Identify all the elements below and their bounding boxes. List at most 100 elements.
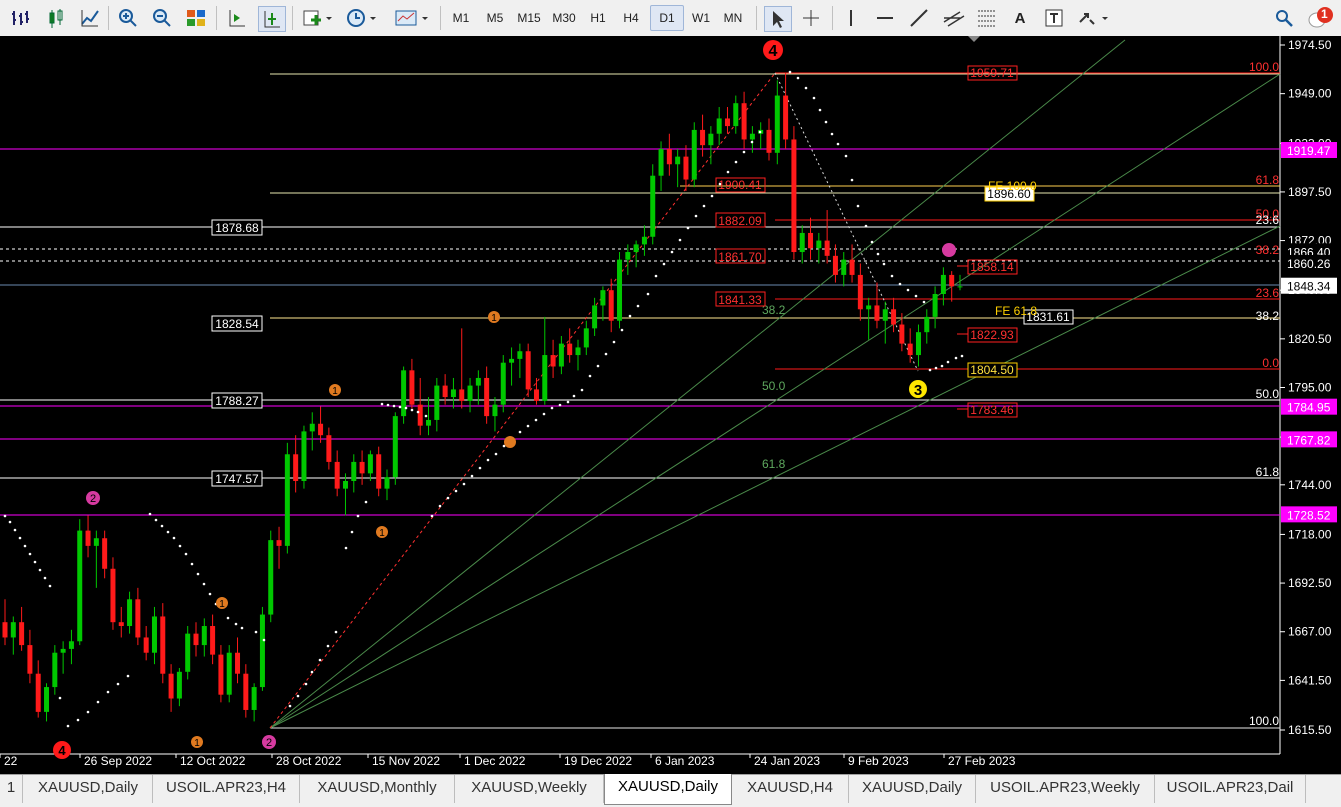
candle-body (60, 648, 66, 653)
candle-body (44, 687, 50, 712)
candle-body (235, 652, 241, 674)
candle-body (849, 259, 855, 275)
chart-tab-2[interactable]: USOIL.APR23,H4 (153, 775, 300, 803)
sar-dot (208, 592, 212, 596)
text-icon[interactable]: A (1008, 6, 1032, 30)
price-tick: 1641.50 (1288, 673, 1332, 687)
sar-dot (946, 360, 950, 364)
sar-dot (424, 414, 428, 418)
horizontal-line-icon[interactable] (872, 6, 898, 30)
sar-dot (416, 410, 420, 414)
vertical-line-icon[interactable] (840, 6, 862, 30)
cursor-icon[interactable] (764, 6, 792, 32)
sar-dot (380, 402, 384, 406)
chart-tab-4[interactable]: XAUUSD,Weekly (455, 775, 604, 803)
indicators-icon[interactable] (300, 6, 336, 30)
candle-body (774, 95, 780, 153)
chart-tab-5[interactable]: XAUUSD,Daily (604, 774, 732, 805)
text-label-icon[interactable] (1042, 6, 1066, 30)
sar-dot (882, 262, 886, 266)
chart-tab-7[interactable]: XAUUSD,Daily (849, 775, 976, 803)
timeframe-m30[interactable]: M30 (548, 6, 580, 30)
candle-body (708, 133, 714, 146)
sar-dot (646, 292, 650, 296)
templates-icon[interactable] (392, 6, 432, 30)
sar-dot (812, 96, 816, 100)
zoom-in-icon[interactable] (116, 6, 140, 30)
arrows-menu-icon[interactable] (1074, 6, 1114, 30)
candle-body (309, 423, 315, 432)
timeframe-d1[interactable]: D1 (650, 5, 684, 31)
candle-body (749, 133, 755, 140)
wave-3: 3 (914, 382, 922, 399)
chart-tab-9[interactable]: USOIL.APR23,Dail (1155, 775, 1306, 803)
sar-dot (166, 530, 170, 534)
candle-body (384, 477, 390, 489)
candle-body (210, 626, 216, 655)
candle-body (118, 622, 124, 627)
trendline-icon[interactable] (906, 6, 932, 30)
sar-dot (296, 694, 300, 698)
timeframe-h4[interactable]: H4 (615, 6, 647, 30)
candle-body (251, 687, 257, 710)
chart-shift-icon[interactable] (258, 6, 286, 32)
sar-dot (318, 658, 322, 662)
sar-dot (178, 544, 182, 548)
periods-icon[interactable] (344, 6, 380, 30)
tile-windows-icon[interactable] (184, 6, 208, 30)
sar-dot (23, 544, 27, 548)
candle-body (85, 530, 91, 546)
price-tick: 1974.50 (1288, 38, 1332, 52)
timeframe-m1[interactable]: M1 (445, 6, 477, 30)
price-tick: 1667.00 (1288, 625, 1332, 639)
candle-body (342, 480, 348, 489)
bar-chart-icon[interactable] (8, 6, 32, 30)
sar-dot (43, 576, 47, 580)
candlestick-icon[interactable] (44, 6, 68, 30)
candle-body (2, 622, 8, 638)
search-icon[interactable] (1272, 6, 1296, 30)
sar-dot (960, 354, 964, 358)
fib-white-38: 38.2 (1256, 309, 1280, 323)
sar-dot (196, 572, 200, 576)
timeframe-m15[interactable]: M15 (513, 6, 545, 30)
chart-tab-1[interactable]: XAUUSD,Daily (24, 775, 153, 803)
sar-dot (184, 552, 188, 556)
fe-100-label: FE 100.0 (988, 179, 1037, 193)
timeframe-w1[interactable]: W1 (685, 6, 717, 30)
sar-dot (678, 238, 682, 242)
autoscroll-icon[interactable] (224, 6, 250, 30)
zoom-out-icon[interactable] (150, 6, 174, 30)
timeframe-mn[interactable]: MN (717, 6, 749, 30)
sar-dot (438, 504, 442, 508)
channel-icon[interactable] (940, 6, 968, 30)
chart-tab-8[interactable]: USOIL.APR23,Weekly (976, 775, 1155, 803)
notifications-icon[interactable]: 1 (1306, 6, 1334, 30)
fibonacci-icon[interactable] (974, 6, 1000, 30)
candle-body (741, 103, 747, 140)
candle-body (475, 377, 481, 386)
price-marker-label: 1919.47 (1287, 144, 1331, 158)
candle-body (492, 404, 498, 417)
sar-dot (226, 616, 230, 620)
fib-white-50: 50.0 (1256, 387, 1280, 401)
sar-dot (8, 520, 12, 524)
candle-body (401, 370, 407, 417)
chart-tab-3[interactable]: XAUUSD,Monthly (300, 775, 455, 803)
time-tick: 26 Sep 2022 (84, 754, 152, 768)
chart-tab-6[interactable]: XAUUSD,H4 (732, 775, 849, 803)
price-chart[interactable]: 38.2 50.0 61.8 100.0 61.8 50.0 38.2 23.6… (0, 36, 1341, 774)
candle-body (351, 461, 357, 481)
chart-tab-0[interactable]: 1 (0, 775, 23, 803)
wave-2-b: 2 (266, 737, 272, 749)
sar-dot (796, 76, 800, 80)
timeframe-m5[interactable]: M5 (479, 6, 511, 30)
red-box-1858: 1858.14 (970, 260, 1014, 274)
candle-body (583, 328, 589, 348)
candle-body (700, 129, 706, 146)
crosshair-icon[interactable] (798, 6, 824, 30)
candle-body (857, 274, 863, 310)
candle-body (326, 435, 332, 462)
line-chart-icon[interactable] (78, 6, 102, 30)
timeframe-h1[interactable]: H1 (582, 6, 614, 30)
